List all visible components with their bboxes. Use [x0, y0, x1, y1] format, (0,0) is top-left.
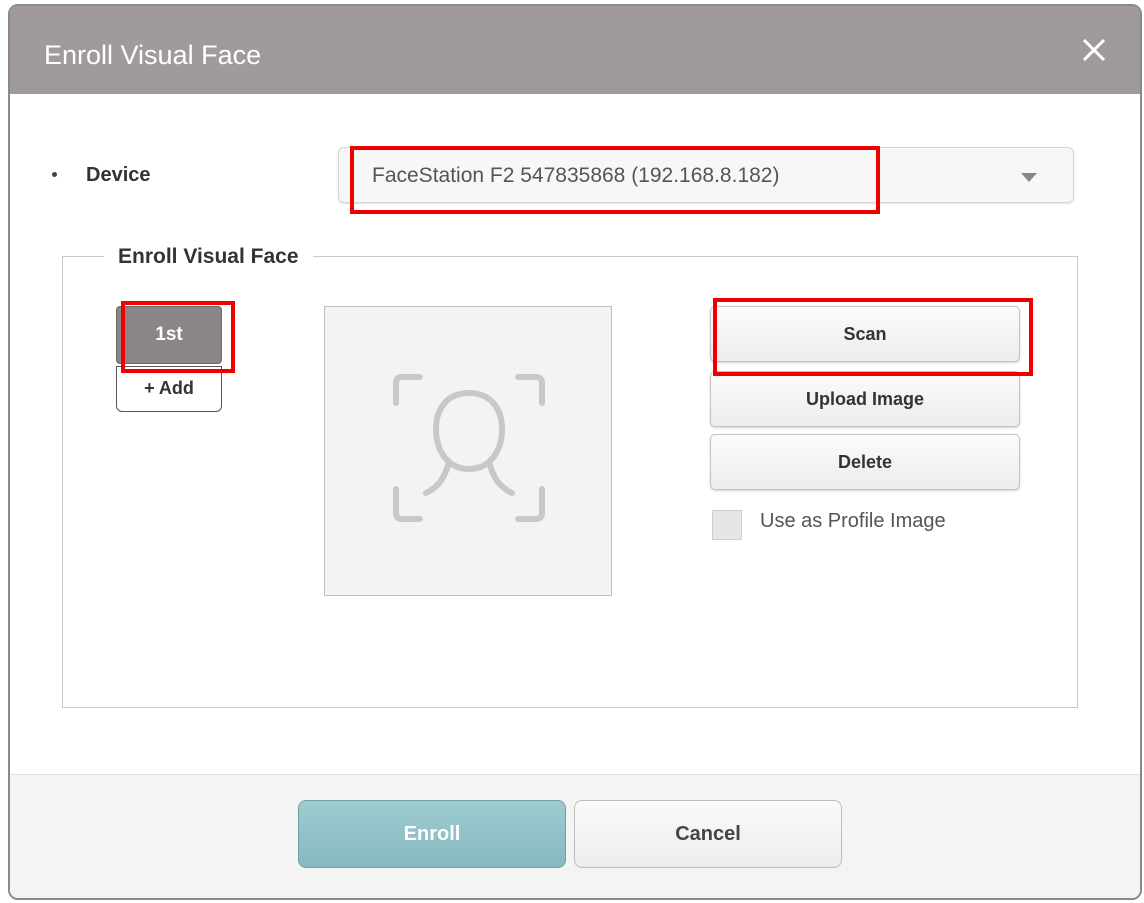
- face-scan-icon: [393, 374, 545, 522]
- use-as-profile-label: Use as Profile Image: [760, 510, 946, 532]
- upload-image-button[interactable]: Upload Image: [710, 371, 1020, 427]
- add-slot-button[interactable]: + Add: [116, 366, 222, 412]
- dialog-titlebar: Enroll Visual Face: [10, 6, 1140, 94]
- device-select-value: FaceStation F2 547835868 (192.168.8.182): [372, 164, 780, 187]
- slot-tab-1st[interactable]: 1st: [116, 306, 222, 364]
- dialog-title: Enroll Visual Face: [44, 40, 262, 70]
- device-label: Device: [86, 164, 151, 186]
- group-legend: Enroll Visual Face: [104, 245, 313, 269]
- cancel-button[interactable]: Cancel: [574, 800, 842, 868]
- close-icon[interactable]: [1076, 32, 1112, 68]
- delete-button[interactable]: Delete: [710, 434, 1020, 490]
- device-select[interactable]: FaceStation F2 547835868 (192.168.8.182): [338, 147, 1074, 203]
- scan-button[interactable]: Scan: [710, 306, 1020, 362]
- chevron-down-icon: [1021, 173, 1037, 182]
- enroll-button[interactable]: Enroll: [298, 800, 566, 868]
- use-as-profile-checkbox[interactable]: [712, 510, 742, 540]
- face-preview: [324, 306, 612, 596]
- bullet-icon: [52, 172, 57, 177]
